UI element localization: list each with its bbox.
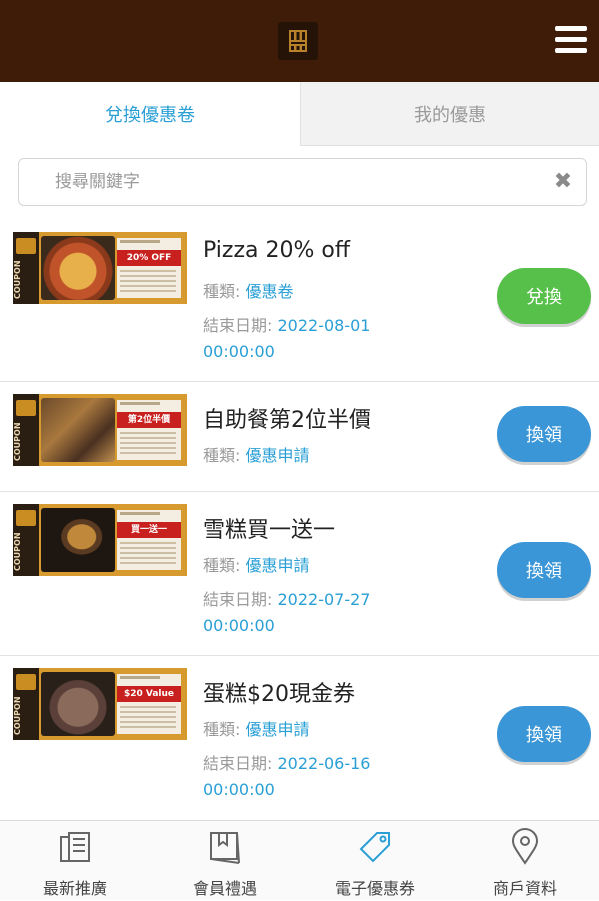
wheat-logo-icon [278, 22, 318, 60]
claim-button[interactable]: 換領 [497, 706, 591, 762]
coupon-thumbnail: COUPON 第2位半價 [13, 394, 187, 466]
coupon-list-item[interactable]: COUPON 第2位半價 自助餐第2位半價 種類: 優惠申請 換領 [0, 382, 599, 492]
tag-icon [355, 827, 395, 867]
coupon-title: Pizza 20% off [203, 238, 350, 263]
coupon-list-item[interactable]: COUPON 買一送一 雪糕買一送一 種類: 優惠申請 結束日期: 2022-0… [0, 492, 599, 656]
app-header [0, 0, 599, 82]
nav-item-e-coupons[interactable]: 電子優惠券 [300, 821, 450, 901]
tab-redeem-coupons[interactable]: 兌換優惠卷 [0, 82, 300, 146]
coupon-thumbnail: COUPON 20% OFF [13, 232, 187, 304]
coupon-type: 種類: 優惠申請 [203, 720, 310, 739]
coupon-thumbnail: COUPON $20 Value [13, 668, 187, 740]
tab-my-offers[interactable]: 我的優惠 [300, 82, 599, 146]
coupon-end-time: 00:00:00 [203, 342, 275, 361]
coupon-thumbnail: COUPON 買一送一 [13, 504, 187, 576]
location-pin-icon [505, 827, 545, 867]
coupon-list-item[interactable]: COUPON $20 Value 蛋糕$20現金券 種類: 優惠申請 結束日期:… [0, 656, 599, 820]
nav-label: 電子優惠券 [334, 879, 415, 898]
coupon-word: COUPON [13, 696, 22, 736]
coupon-word: COUPON [13, 260, 22, 300]
claim-button[interactable]: 換領 [497, 542, 591, 598]
nav-item-merchant-info[interactable]: 商戶資料 [450, 821, 599, 901]
coupon-end-time: 00:00:00 [203, 616, 275, 635]
coupon-title: 自助餐第2位半價 [203, 408, 371, 433]
bottom-navigation: 最新推廣 會員禮遇 電子優惠券 商戶資料 [0, 820, 599, 900]
clear-x-icon[interactable]: ✖ [550, 169, 576, 195]
news-icon [55, 827, 95, 867]
coupon-type: 種類: 優惠卷 [203, 282, 294, 301]
coupon-type: 種類: 優惠申請 [203, 556, 310, 575]
nav-label: 商戶資料 [492, 879, 557, 898]
coupon-end-date: 結束日期: 2022-08-01 [203, 316, 371, 335]
redeem-button[interactable]: 兌換 [497, 268, 591, 324]
book-icon [205, 827, 245, 867]
nav-label: 最新推廣 [42, 879, 107, 898]
coupon-title: 雪糕買一送一 [203, 518, 336, 543]
coupon-end-date: 結束日期: 2022-06-16 [203, 754, 371, 773]
coupon-end-date: 結束日期: 2022-07-27 [203, 590, 371, 609]
coupon-word: COUPON [13, 532, 22, 572]
nav-item-latest-promotions[interactable]: 最新推廣 [0, 821, 150, 901]
coupon-list-item[interactable]: COUPON 20% OFF Pizza 20% off 種類: 優惠卷 結束日… [0, 218, 599, 382]
hamburger-menu-icon[interactable] [555, 24, 589, 58]
search-input[interactable] [55, 167, 535, 197]
coupon-type: 種類: 優惠申請 [203, 446, 310, 465]
nav-label: 會員禮遇 [192, 879, 257, 898]
coupon-tabs: 兌換優惠卷 我的優惠 [0, 82, 599, 146]
coupon-title: 蛋糕$20現金券 [203, 682, 355, 707]
coupon-word: COUPON [13, 422, 22, 462]
claim-button[interactable]: 換領 [497, 406, 591, 462]
coupon-end-time: 00:00:00 [203, 780, 275, 799]
nav-item-member-benefits[interactable]: 會員禮遇 [150, 821, 300, 901]
search-bar: ✖ [18, 158, 587, 206]
